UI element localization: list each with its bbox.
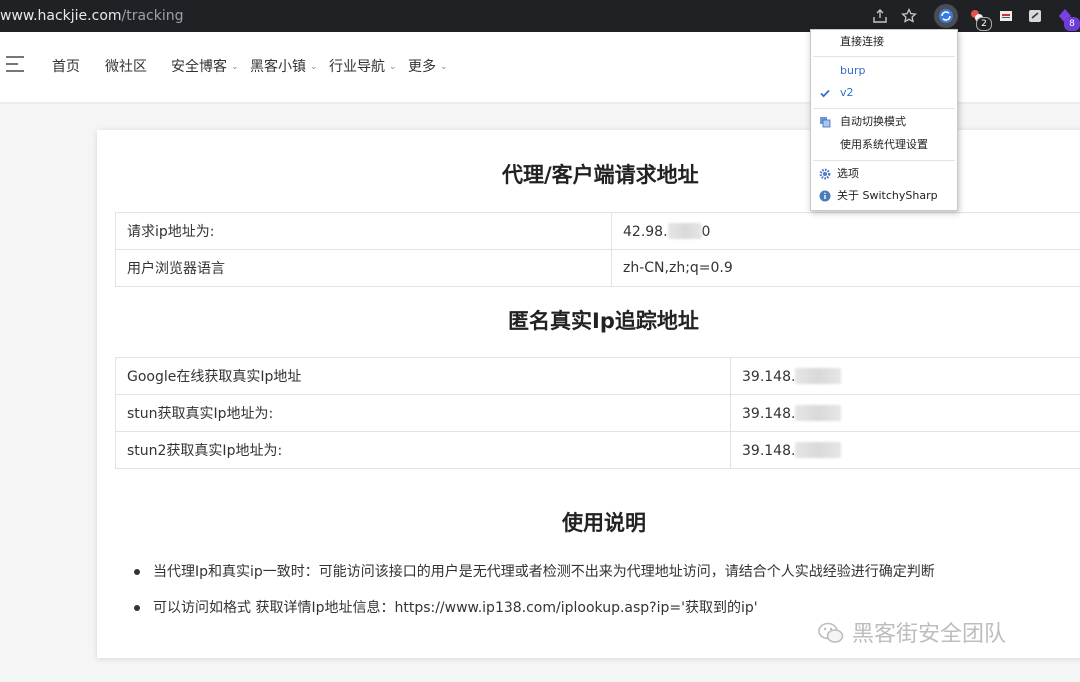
browser-toolbar: www.hackjie.com/tracking 2 8 xyxy=(0,0,1080,32)
menu-item-about[interactable]: 关于 SwitchySharp xyxy=(811,187,957,205)
chevron-down-icon: ⌄ xyxy=(231,62,239,72)
redacted-mask xyxy=(795,441,842,458)
menu-divider xyxy=(813,108,955,109)
table-cell-value: 39.148. xyxy=(730,431,1080,469)
table-cell-value: 39.148. xyxy=(730,394,1080,432)
extension-icon[interactable] xyxy=(1024,5,1046,27)
extension-badge: 8 xyxy=(1064,17,1080,31)
extension-icon[interactable] xyxy=(995,5,1017,27)
extension-icon[interactable]: 8 xyxy=(1054,5,1080,31)
table-row: 用户浏览器语言 zh-CN,zh;q=0.9 xyxy=(115,249,1080,287)
nav-item-town[interactable]: 黑客小镇 ⌄ xyxy=(250,56,318,76)
table-cell-value: 42.98. 0 xyxy=(611,212,1080,250)
switchysharp-icon[interactable] xyxy=(934,4,958,28)
redacted-mask xyxy=(667,222,702,239)
redacted-mask xyxy=(795,367,842,384)
address-bar[interactable]: www.hackjie.com/tracking xyxy=(0,0,184,32)
usage-list: 当代理Ip和真实ip一致时：可能访问该接口的用户是无代理或者检测不出来为代理地址… xyxy=(133,562,935,634)
hamburger-menu-icon[interactable] xyxy=(6,56,26,74)
table-cell-label: 用户浏览器语言 xyxy=(115,249,612,287)
watermark-text: 黑客街安全团队 xyxy=(852,622,1007,647)
url-host: www.hackjie.com xyxy=(0,8,122,24)
table-row: stun2获取真实Ip地址为: 39.148. xyxy=(115,431,1080,469)
table-cell-label: Google在线获取真实Ip地址 xyxy=(115,357,731,395)
table-cell-label: 请求ip地址为: xyxy=(115,212,612,250)
menu-item-options[interactable]: 选项 xyxy=(811,165,957,183)
nav-item-community[interactable]: 微社区 xyxy=(105,56,147,76)
nav-item-industry[interactable]: 行业导航 ⌄ xyxy=(329,56,397,76)
section-title-real-ip: 匿名真实Ip追踪地址 xyxy=(508,309,699,333)
table-row: 请求ip地址为: 42.98. 0 xyxy=(115,212,1080,250)
table-cell-label: stun获取真实Ip地址为: xyxy=(115,394,731,432)
table-cell-label: stun2获取真实Ip地址为: xyxy=(115,431,731,469)
chevron-down-icon: ⌄ xyxy=(310,62,318,72)
extension-badge: 2 xyxy=(976,17,992,31)
proxy-switch-menu: 直接连接 burp v2 自动切换模式 使用系统代理设置 选项 关于 Switc… xyxy=(810,29,958,211)
info-icon xyxy=(819,190,831,202)
section-title-usage: 使用说明 xyxy=(562,511,646,535)
section-title-request: 代理/客户端请求地址 xyxy=(502,163,699,187)
nav-item-home[interactable]: 首页 xyxy=(52,56,80,76)
menu-divider xyxy=(813,160,955,161)
table-row: Google在线获取真实Ip地址 39.148. xyxy=(115,357,1080,395)
menu-item-auto-switch[interactable]: 自动切换模式 xyxy=(811,113,957,131)
request-table: 请求ip地址为: 42.98. 0 用户浏览器语言 zh-CN,zh;q=0.9 xyxy=(115,212,1080,287)
watermark: 黑客街安全团队 xyxy=(818,620,1006,650)
share-icon[interactable] xyxy=(869,5,891,27)
auto-switch-icon xyxy=(819,116,831,128)
nav-item-more[interactable]: 更多 ⌄ xyxy=(408,56,448,76)
chevron-down-icon: ⌄ xyxy=(440,62,448,72)
chevron-down-icon: ⌄ xyxy=(389,62,397,72)
wechat-icon xyxy=(818,622,844,643)
menu-divider xyxy=(813,56,955,57)
star-icon[interactable] xyxy=(898,5,920,27)
menu-item-system-proxy[interactable]: 使用系统代理设置 xyxy=(811,136,957,154)
menu-item-direct[interactable]: 直接连接 xyxy=(811,33,957,51)
table-cell-value: zh-CN,zh;q=0.9 xyxy=(611,249,1080,287)
gear-icon xyxy=(819,168,831,180)
menu-item-v2[interactable]: v2 xyxy=(811,84,957,102)
extension-icon[interactable]: 2 xyxy=(966,5,992,31)
list-item: 当代理Ip和真实ip一致时：可能访问该接口的用户是无代理或者检测不出来为代理地址… xyxy=(133,562,935,598)
url-path: /tracking xyxy=(121,8,184,24)
redacted-mask xyxy=(795,404,842,421)
real-ip-table: Google在线获取真实Ip地址 39.148. stun获取真实Ip地址为: … xyxy=(115,357,1080,469)
table-cell-value: 39.148. xyxy=(730,357,1080,395)
list-item: 可以访问如格式 获取详情Ip地址信息：https://www.ip138.com… xyxy=(133,598,935,634)
menu-item-burp[interactable]: burp xyxy=(811,62,957,80)
checkmark-icon xyxy=(819,87,831,99)
nav-item-blog[interactable]: 安全博客 ⌄ xyxy=(171,56,239,76)
table-row: stun获取真实Ip地址为: 39.148. xyxy=(115,394,1080,432)
